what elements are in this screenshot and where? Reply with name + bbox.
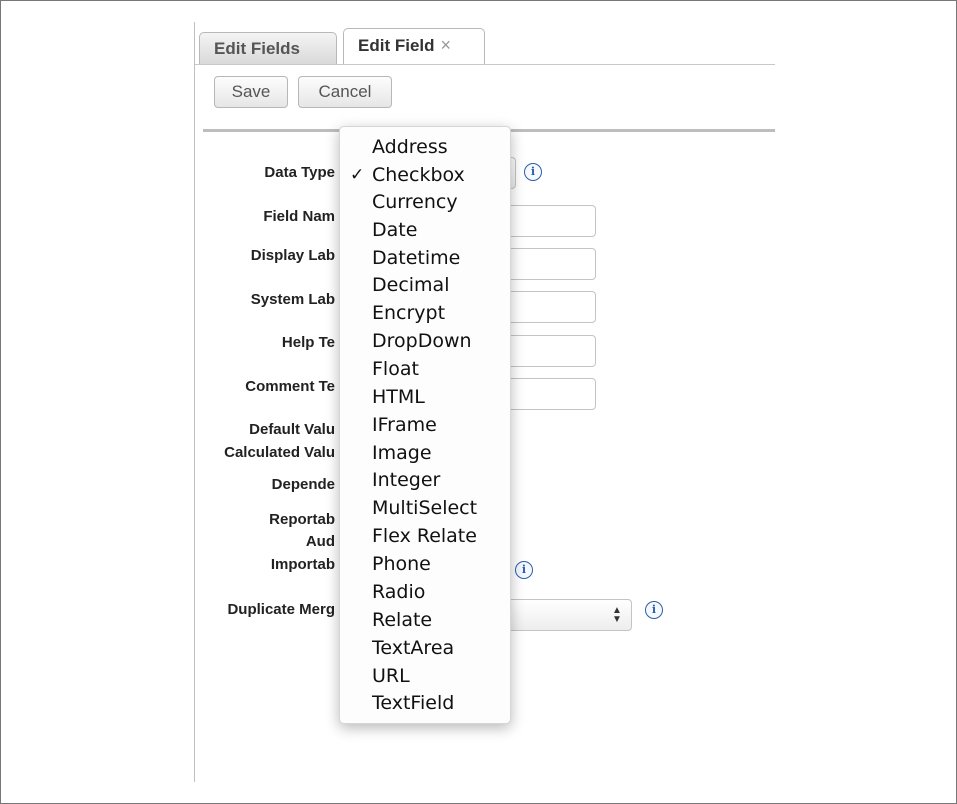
- help-text-input[interactable]: [500, 335, 596, 367]
- info-icon[interactable]: i: [515, 561, 533, 579]
- dropdown-option-address[interactable]: Address: [372, 136, 448, 158]
- dropdown-option-multiselect[interactable]: MultiSelect: [372, 497, 477, 519]
- dropdown-option-currency[interactable]: Currency: [372, 191, 458, 213]
- dropdown-option-datetime[interactable]: Datetime: [372, 247, 460, 269]
- panel-border: [194, 22, 195, 782]
- dropdown-option-textarea[interactable]: TextArea: [372, 637, 454, 659]
- dropdown-option-encrypt[interactable]: Encrypt: [372, 302, 445, 324]
- label-duplicate-merge: Duplicate Merg: [227, 601, 335, 618]
- tab-bar: Edit Fields Edit Field ×: [195, 22, 775, 66]
- dropdown-option-dropdown[interactable]: DropDown: [372, 330, 472, 352]
- tab-edit-fields[interactable]: Edit Fields: [199, 32, 337, 64]
- label-display-label: Display Lab: [250, 247, 335, 264]
- dropdown-option-textfield[interactable]: TextField: [372, 692, 454, 714]
- label-calculated-value: Calculated Valu: [224, 444, 335, 461]
- tab-underline: [195, 64, 775, 65]
- label-help-text: Help Te: [281, 334, 335, 351]
- select-arrows-icon: ▲▼: [612, 605, 622, 625]
- display-label-input[interactable]: [500, 248, 596, 280]
- dropdown-option-radio[interactable]: Radio: [372, 581, 425, 603]
- system-label-input[interactable]: [500, 291, 596, 323]
- info-icon[interactable]: i: [524, 163, 542, 181]
- dropdown-option-iframe[interactable]: IFrame: [372, 414, 437, 436]
- label-importable: Importab: [270, 556, 335, 573]
- label-data-type: Data Type: [264, 164, 335, 181]
- dropdown-option-date[interactable]: Date: [372, 219, 417, 241]
- dropdown-option-integer[interactable]: Integer: [372, 469, 440, 491]
- label-default-value: Default Valu: [249, 421, 335, 438]
- label-reportable: Reportab: [269, 511, 335, 528]
- info-icon[interactable]: i: [645, 601, 663, 619]
- dropdown-option-relate[interactable]: Relate: [372, 609, 432, 631]
- dropdown-option-url[interactable]: URL: [372, 665, 410, 687]
- close-icon[interactable]: ×: [441, 35, 452, 55]
- cancel-button[interactable]: Cancel: [298, 76, 392, 108]
- data-type-dropdown-menu[interactable]: ✓ Address Checkbox Currency Date Datetim…: [339, 126, 511, 724]
- dropdown-option-html[interactable]: HTML: [372, 386, 425, 408]
- dropdown-option-phone[interactable]: Phone: [372, 553, 431, 575]
- field-name-input[interactable]: [500, 205, 596, 237]
- label-audited: Aud: [305, 533, 335, 550]
- dropdown-option-decimal[interactable]: Decimal: [372, 274, 449, 296]
- dropdown-option-flex-relate[interactable]: Flex Relate: [372, 525, 477, 547]
- tab-label: Edit Field: [358, 36, 435, 55]
- dropdown-option-checkbox[interactable]: Checkbox: [372, 164, 465, 186]
- tab-edit-field[interactable]: Edit Field ×: [343, 28, 485, 64]
- comment-text-input[interactable]: [500, 378, 596, 410]
- tab-label: Edit Fields: [214, 39, 300, 58]
- save-button[interactable]: Save: [214, 76, 288, 108]
- dropdown-option-image[interactable]: Image: [372, 442, 432, 464]
- label-comment-text: Comment Te: [245, 378, 335, 395]
- label-dependent: Depende: [271, 476, 335, 493]
- dropdown-option-float[interactable]: Float: [372, 358, 419, 380]
- label-field-name: Field Nam: [263, 208, 335, 225]
- checkmark-icon: ✓: [350, 165, 365, 184]
- label-system-label: System Lab: [250, 291, 335, 308]
